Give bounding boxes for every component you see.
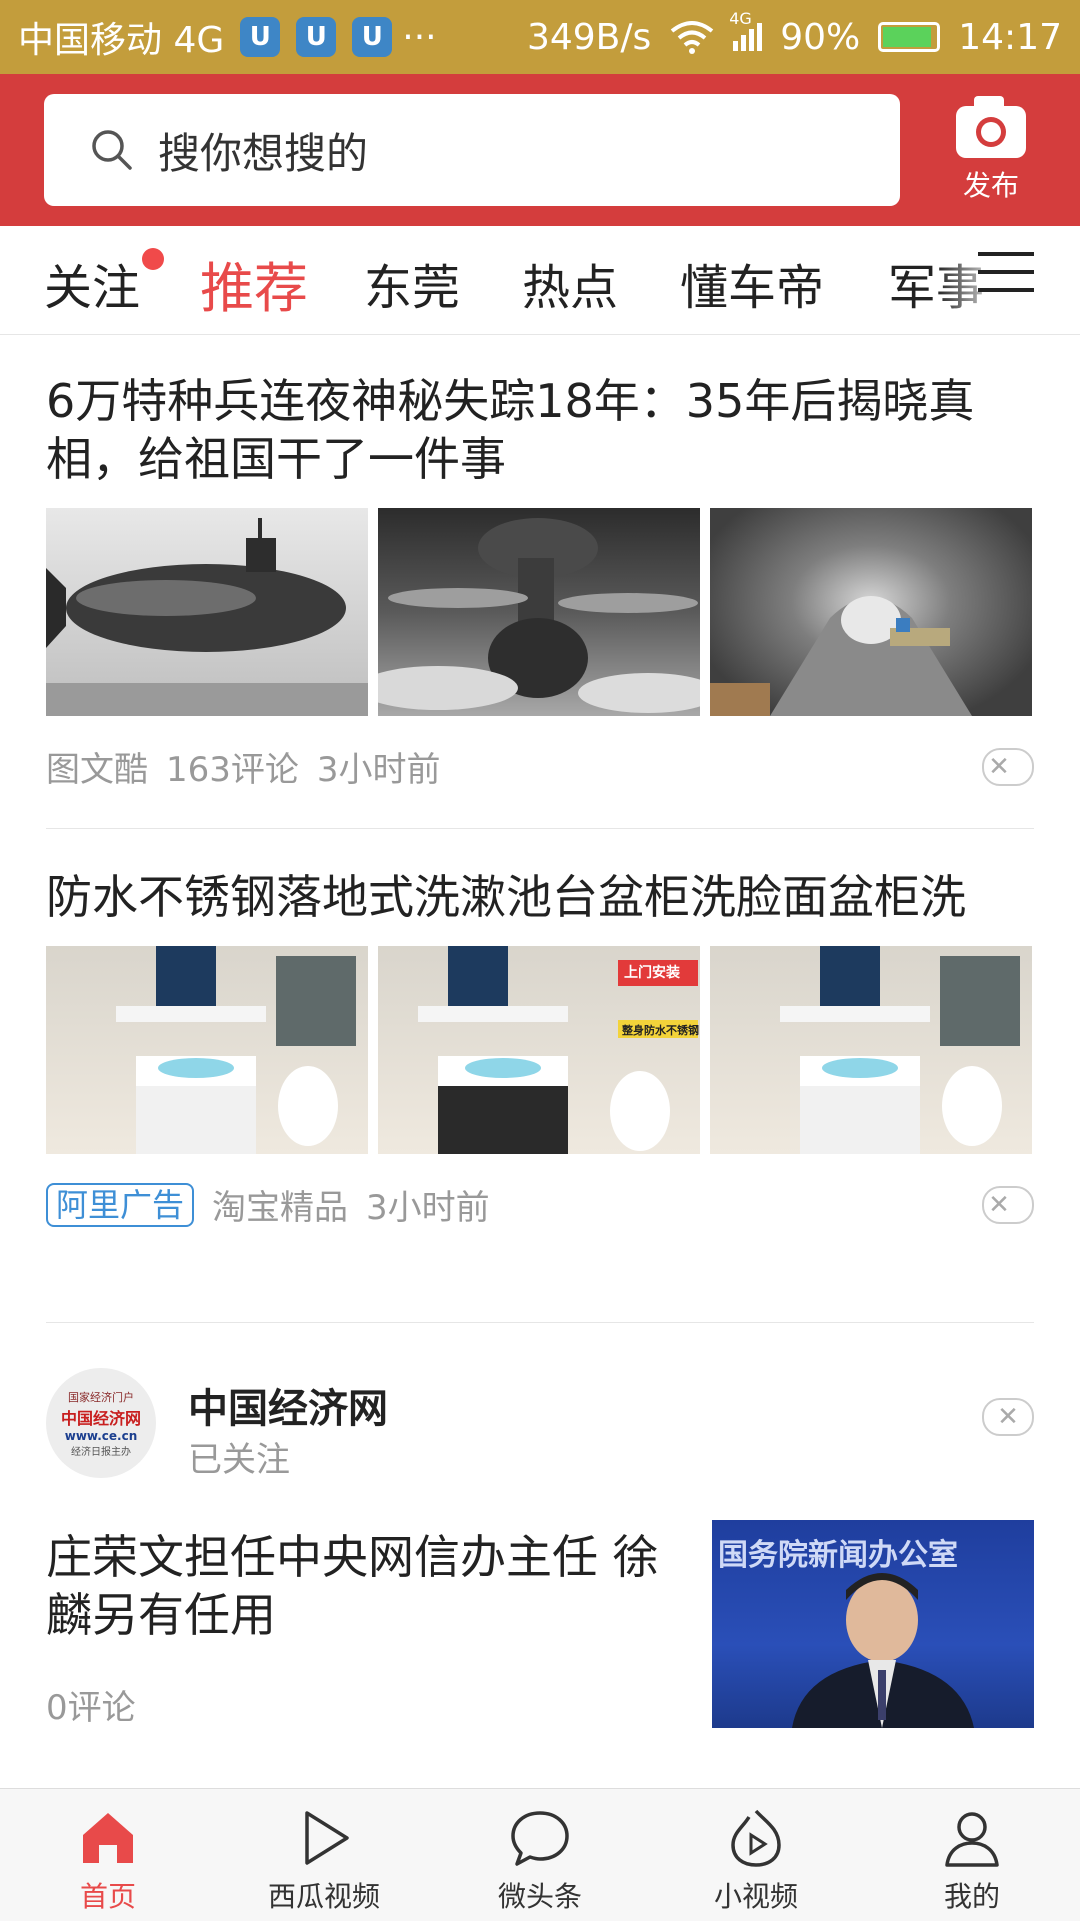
article-thumbnail[interactable]: 国务院新闻办公室	[712, 1520, 1034, 1728]
short-video-icon	[731, 1809, 781, 1867]
tab-dongguan[interactable]: 东莞	[364, 248, 460, 318]
nav-short-video[interactable]: 小视频	[648, 1789, 864, 1921]
signal-label: 4G	[729, 9, 752, 28]
ad-image-vanity-2[interactable]: 上门安装 整身防水不锈钢	[378, 946, 700, 1154]
dismiss-button[interactable]: ✕	[982, 1398, 1034, 1436]
notification-dot	[142, 248, 164, 270]
article-card-2[interactable]: 防水不锈钢落地式洗漱池台盆柜洗脸面盆柜洗 上门安装 整身防水不锈钢 阿里广告 淘…	[46, 868, 1034, 1229]
clock: 14:17	[958, 16, 1062, 58]
ad-overlay-waterproof: 整身防水不锈钢	[622, 1024, 699, 1037]
nav-profile-label: 我的	[943, 1880, 1000, 1913]
article-title[interactable]: 防水不锈钢落地式洗漱池台盆柜洗脸面盆柜洗	[46, 868, 1034, 926]
article-source[interactable]: 淘宝精品	[212, 1180, 348, 1229]
net-speed: 349B/s	[526, 16, 652, 58]
channel-tabs: 关注 推荐 东莞 热点 懂车帝 军事	[0, 226, 1080, 335]
search-icon	[92, 130, 132, 170]
notification-app-icon: U	[240, 17, 281, 57]
camera-icon	[956, 96, 1026, 158]
close-icon: ✕	[988, 1189, 1010, 1220]
notification-app-icon: U	[352, 17, 393, 57]
publish-button[interactable]: 发布	[946, 94, 1036, 214]
nav-profile[interactable]: 我的	[864, 1789, 1080, 1921]
article-title[interactable]: 庄荣文担任中央网信办主任 徐麟另有任用	[46, 1528, 666, 1644]
nav-xigua-label: 西瓜视频	[267, 1880, 380, 1913]
article-image-submarine[interactable]	[46, 508, 368, 716]
article-comments: 0评论	[46, 1688, 136, 1728]
battery-icon	[878, 22, 941, 52]
article-title[interactable]: 6万特种兵连夜神秘失踪18年：35年后揭晓真相，给祖国干了一件事	[46, 372, 1034, 488]
account-follow-status: 已关注	[188, 1440, 290, 1480]
battery-percent: 90%	[780, 16, 861, 58]
status-bar: 中国移动 4G U U U ··· 349B/s 4G 90% 14:17	[0, 0, 1080, 74]
article-meta: 阿里广告 淘宝精品 3小时前 ✕	[46, 1180, 1034, 1229]
article-card-1[interactable]: 6万特种兵连夜神秘失踪18年：35年后揭晓真相，给祖国干了一件事 图文酷 163…	[46, 372, 1034, 791]
nav-xigua-video[interactable]: 西瓜视频	[216, 1789, 432, 1921]
article-time: 3小时前	[316, 750, 441, 790]
article-meta: 图文酷 163评论 3小时前 ✕	[46, 742, 1034, 791]
divider	[46, 1322, 1034, 1323]
channel-menu-icon[interactable]	[978, 252, 1034, 308]
article-comments: 163评论	[166, 750, 299, 790]
ad-image-vanity-3[interactable]	[710, 946, 1032, 1154]
tab-recommend[interactable]: 推荐	[200, 244, 308, 323]
logo-text-top: 国家经济门户	[68, 1390, 134, 1404]
logo-text-main: 中国经济网	[60, 1408, 141, 1428]
nav-home-label: 首页	[79, 1880, 136, 1913]
chat-bubble-icon	[511, 1811, 569, 1866]
nav-micro-label: 微头条	[497, 1880, 582, 1913]
divider	[46, 828, 1034, 829]
logo-text-url: www.ce.cn	[64, 1428, 138, 1443]
search-bar[interactable]: 搜你想搜的	[44, 94, 900, 206]
wifi-icon	[670, 21, 714, 54]
tab-dongchedi[interactable]: 懂车帝	[680, 248, 824, 318]
home-icon	[83, 1813, 133, 1863]
nav-short-video-label: 小视频	[713, 1880, 798, 1913]
carrier-label: 中国移动 4G	[18, 20, 225, 61]
dismiss-button[interactable]: ✕	[982, 747, 1034, 786]
article-time: 3小时前	[366, 1188, 490, 1228]
logo-text-bottom: 经济日报主办	[71, 1446, 131, 1458]
article-image-explosion[interactable]	[378, 508, 700, 716]
tab-follow[interactable]: 关注	[44, 248, 140, 318]
dismiss-button[interactable]: ✕	[982, 1185, 1034, 1224]
ad-overlay-install: 上门安装	[624, 965, 680, 981]
ad-image-vanity-1[interactable]	[46, 946, 368, 1154]
close-icon: ✕	[997, 1402, 1019, 1432]
bottom-nav: 首页 西瓜视频 微头条 小视频 我的	[0, 1788, 1080, 1921]
search-placeholder: 搜你想搜的	[158, 128, 369, 178]
tab-hot[interactable]: 热点	[522, 248, 618, 318]
play-icon	[305, 1811, 349, 1865]
more-notifications: ···	[402, 16, 437, 58]
article-source[interactable]: 图文酷	[46, 742, 148, 791]
nav-micro-headline[interactable]: 微头条	[432, 1789, 648, 1921]
user-icon	[945, 1812, 999, 1867]
ad-badge: 阿里广告	[46, 1182, 195, 1227]
account-avatar[interactable]: 国家经济门户 中国经济网 www.ce.cn 经济日报主办	[46, 1368, 156, 1478]
publish-label: 发布	[962, 169, 1019, 202]
signal-icon: 4G	[729, 9, 763, 51]
article-image-tunnel[interactable]	[710, 508, 1032, 716]
article-card-3[interactable]: 国家经济门户 中国经济网 www.ce.cn 经济日报主办 中国经济网 已关注 …	[46, 1368, 1034, 1728]
close-icon: ✕	[988, 751, 1010, 782]
account-name[interactable]: 中国经济网	[188, 1376, 388, 1434]
notification-app-icon: U	[296, 17, 337, 57]
nav-home[interactable]: 首页	[0, 1789, 216, 1921]
